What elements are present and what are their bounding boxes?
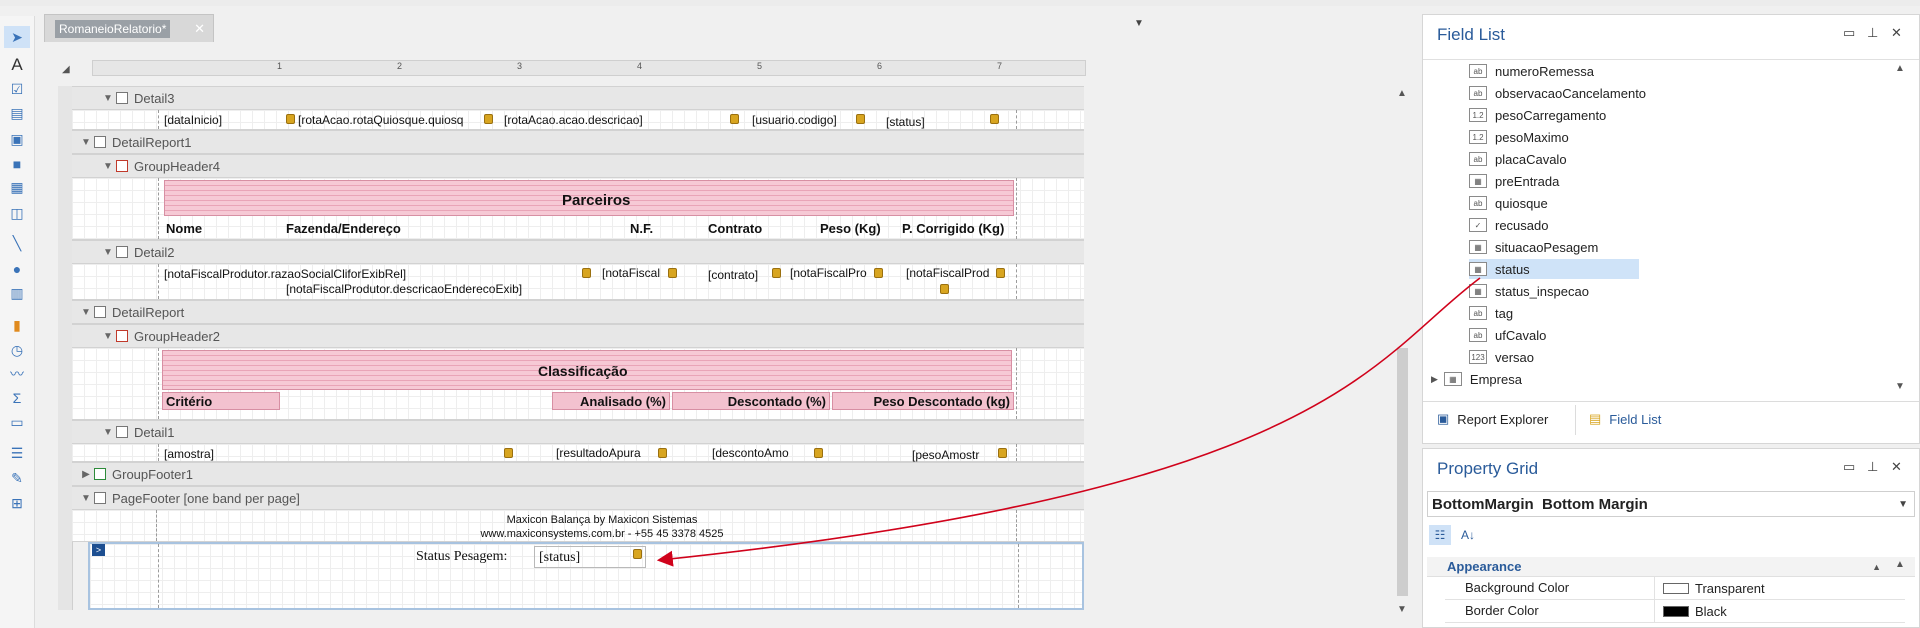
drag-annotation-arrow: [656, 277, 1481, 567]
